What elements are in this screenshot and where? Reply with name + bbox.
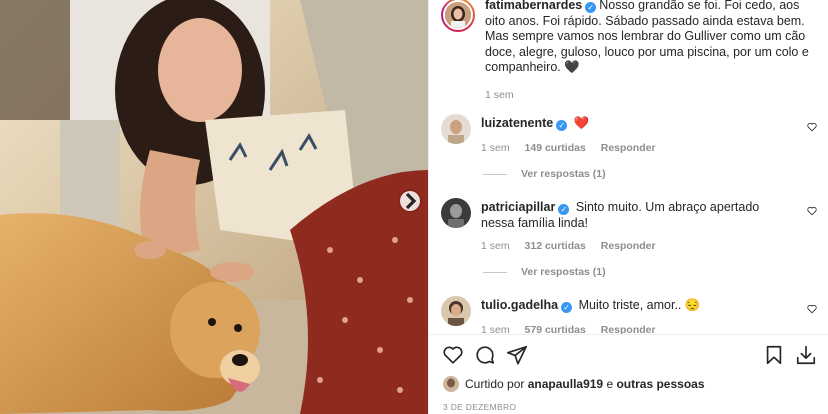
comment-time[interactable]: 1 sem — [481, 324, 510, 335]
comment-likes[interactable]: 149 curtidas — [525, 142, 586, 154]
replies-divider — [483, 271, 507, 273]
comment-like-heart-icon[interactable] — [807, 304, 817, 314]
comment-username[interactable]: tulio.gadelha — [481, 298, 558, 312]
actions-divider — [429, 334, 828, 335]
liked-by-avatar-image — [443, 376, 459, 392]
heart-icon[interactable] — [442, 344, 464, 366]
commenter-avatar[interactable] — [441, 296, 471, 326]
comment-item: patriciapillar ✓ Sinto muito. Um abraço a… — [441, 198, 821, 252]
comment-text: tulio.gadelha ✓ Muito triste, amor.. 😔 — [481, 298, 700, 314]
comment-likes[interactable]: 579 curtidas — [525, 324, 586, 335]
photo-illustration — [0, 0, 428, 414]
verified-badge-icon: ✓ — [556, 120, 568, 131]
post-photo[interactable] — [0, 0, 428, 414]
reply-button[interactable]: Responder — [601, 142, 656, 154]
caption-text: fatimabernardes ✓ Nosso grandão se foi. Fo… — [485, 0, 821, 76]
liked-by-avatar[interactable] — [443, 376, 459, 392]
reply-button[interactable]: Responder — [601, 324, 656, 335]
verified-badge-icon: ✓ — [558, 204, 570, 215]
comment-item: tulio.gadelha ✓ Muito triste, amor.. 😔 1 … — [441, 296, 821, 334]
bookmark-icon[interactable] — [763, 344, 785, 366]
commenter-avatar-image — [441, 114, 471, 144]
author-avatar-image — [445, 2, 471, 28]
commenter-avatar-image — [441, 296, 471, 326]
view-replies-button[interactable]: Ver respostas (1) — [483, 168, 606, 180]
view-replies-label: Ver respostas (1) — [521, 168, 606, 180]
comment-text: patriciapillar ✓ Sinto muito. Um abraço a… — [481, 200, 781, 231]
verified-badge-icon: ✓ — [561, 302, 573, 313]
comment-meta: 1 sem 579 curtidas Responder — [481, 324, 700, 335]
author-avatar[interactable] — [441, 0, 475, 32]
post-side-panel: fatimabernardes ✓ Nosso grandão se foi. Fo… — [428, 0, 828, 414]
comment-like-heart-icon[interactable] — [807, 122, 817, 132]
comment-likes[interactable]: 312 curtidas — [525, 240, 586, 252]
caption-time[interactable]: 1 sem — [485, 89, 514, 101]
view-replies-button[interactable]: Ver respostas (1) — [483, 266, 606, 278]
comment-time[interactable]: 1 sem — [481, 142, 510, 154]
post-caption: fatimabernardes ✓ Nosso grandão se foi. Fo… — [441, 0, 821, 101]
commenter-avatar[interactable] — [441, 198, 471, 228]
author-username[interactable]: fatimabernardes — [485, 0, 582, 12]
comment-username[interactable]: patriciapillar — [481, 200, 555, 214]
liked-by-joiner: e — [606, 377, 614, 391]
next-photo-button[interactable] — [400, 191, 420, 211]
commenter-avatar-image — [441, 198, 471, 228]
download-icon[interactable] — [795, 344, 817, 366]
verified-badge-icon: ✓ — [585, 2, 597, 13]
liked-by-text: Curtido por anapaulla919 e outras pessoa… — [465, 377, 705, 391]
comment-time[interactable]: 1 sem — [481, 240, 510, 252]
reply-button[interactable]: Responder — [601, 240, 656, 252]
post-action-bar — [429, 340, 828, 370]
liked-by-row: Curtido por anapaulla919 e outras pessoa… — [443, 376, 705, 392]
liked-by-user[interactable]: anapaulla919 — [528, 377, 603, 391]
comment-username[interactable]: luizatenente — [481, 116, 553, 130]
replies-divider — [483, 173, 507, 175]
comment-like-heart-icon[interactable] — [807, 206, 817, 216]
comments-scroll-area[interactable]: fatimabernardes ✓ Nosso grandão se foi. Fo… — [429, 0, 828, 334]
comment-icon[interactable] — [474, 344, 496, 366]
comment-meta: 1 sem 312 curtidas Responder — [481, 240, 781, 252]
comment-item: luizatenente ✓ ❤️ 1 sem 149 curtidas Resp… — [441, 114, 821, 154]
caption-meta: 1 sem — [485, 89, 821, 101]
instagram-post-window: fatimabernardes ✓ Nosso grandão se foi. Fo… — [0, 0, 828, 414]
share-icon[interactable] — [506, 344, 528, 366]
liked-by-prefix: Curtido por — [465, 377, 525, 391]
post-date[interactable]: 3 DE DEZEMBRO — [443, 402, 516, 412]
liked-by-others[interactable]: outras pessoas — [616, 377, 704, 391]
comment-text: luizatenente ✓ ❤️ — [481, 116, 668, 132]
view-replies-label: Ver respostas (1) — [521, 266, 606, 278]
comment-body: ❤️ — [573, 116, 590, 130]
commenter-avatar[interactable] — [441, 114, 471, 144]
chevron-right-icon — [405, 192, 417, 210]
comment-body: Muito triste, amor.. 😔 — [578, 298, 701, 312]
comment-meta: 1 sem 149 curtidas Responder — [481, 142, 668, 154]
